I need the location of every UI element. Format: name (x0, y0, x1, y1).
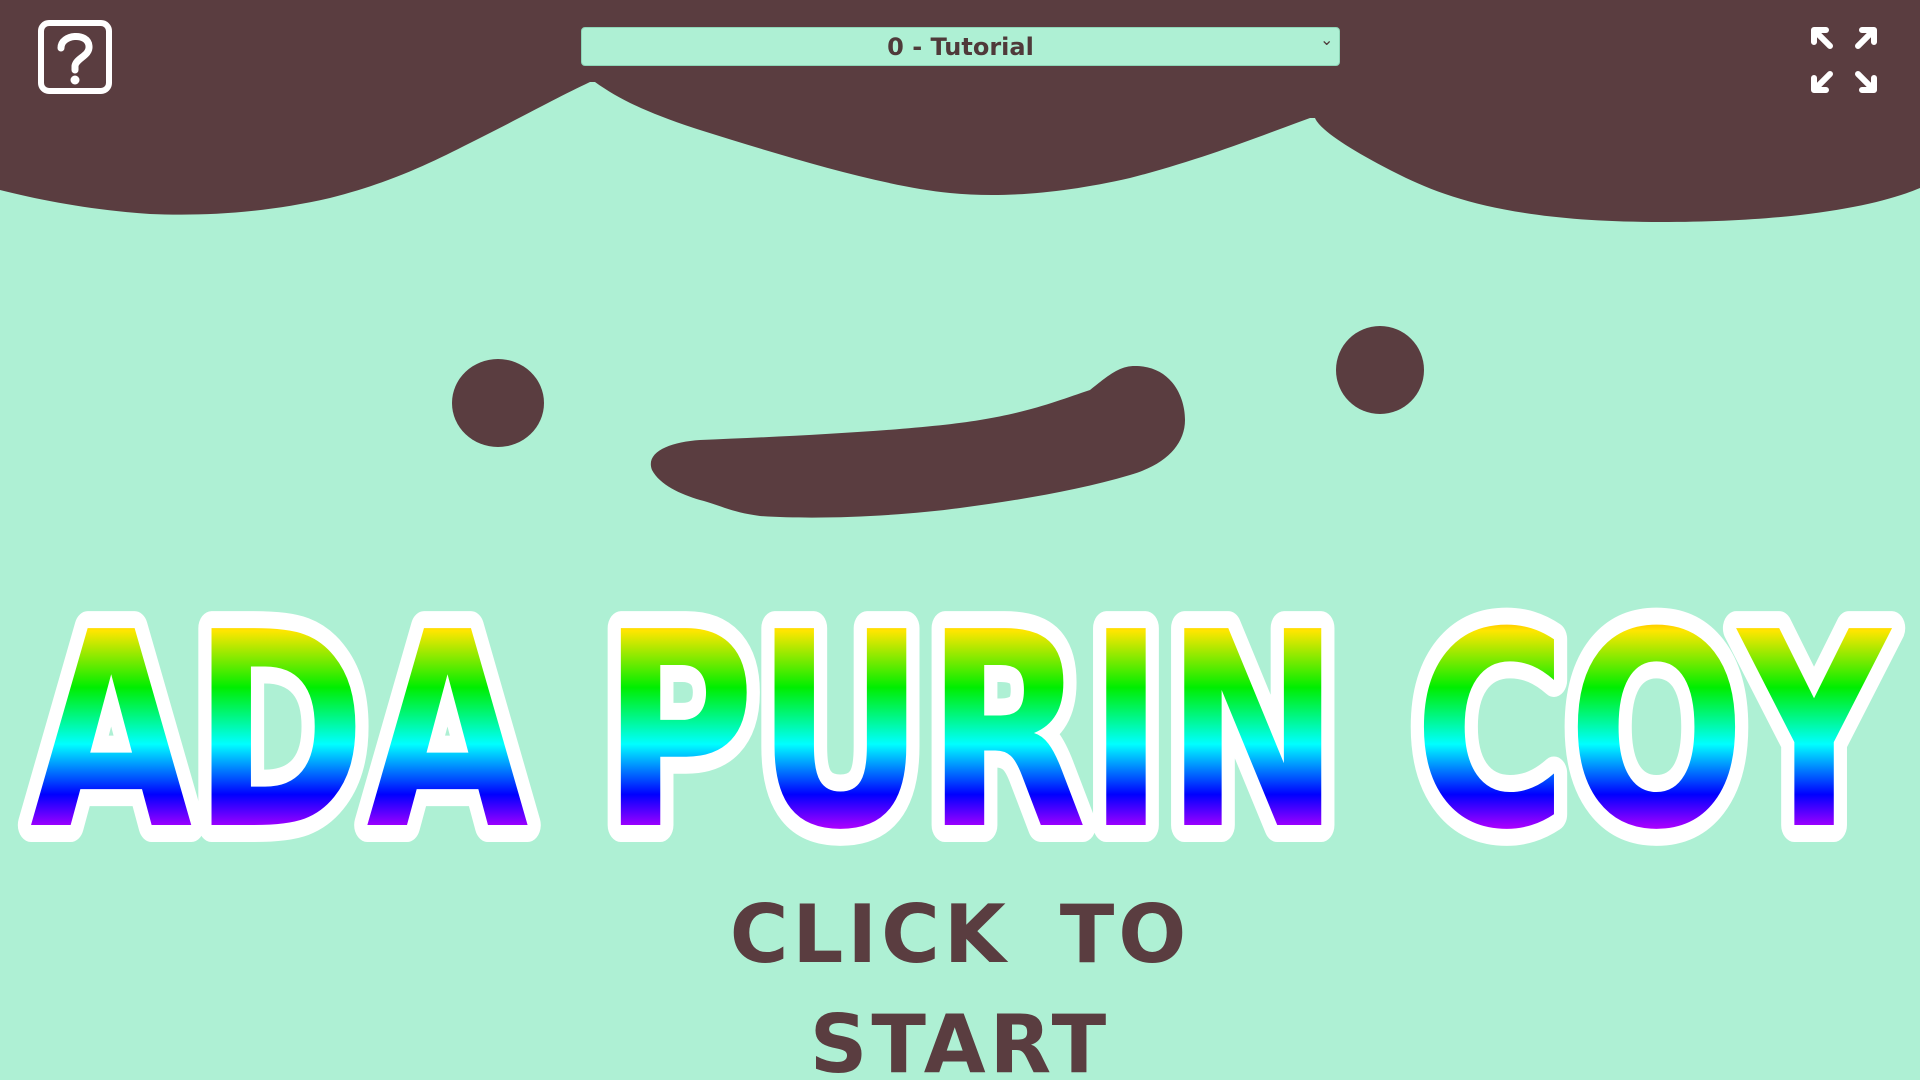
fullscreen-expand-icon (1811, 27, 1877, 93)
mouth (650, 366, 1185, 518)
question-mark-icon (38, 20, 112, 94)
game-title[interactable]: ADA PURIN COY ADA PURIN COY (0, 560, 1920, 880)
game-title-text: ADA PURIN COY (30, 574, 1892, 880)
help-button[interactable] (36, 18, 116, 98)
start-prompt[interactable]: CLICK TO START (560, 880, 1360, 1080)
left-eye (452, 359, 544, 447)
fullscreen-button[interactable] (1808, 24, 1880, 96)
level-select[interactable]: 0 - Tutorial (581, 27, 1340, 66)
game-stage[interactable]: 0 - Tutorial ⌄ ADA PURIN COY ADA PURIN C… (0, 0, 1920, 1080)
right-eye (1336, 326, 1424, 414)
